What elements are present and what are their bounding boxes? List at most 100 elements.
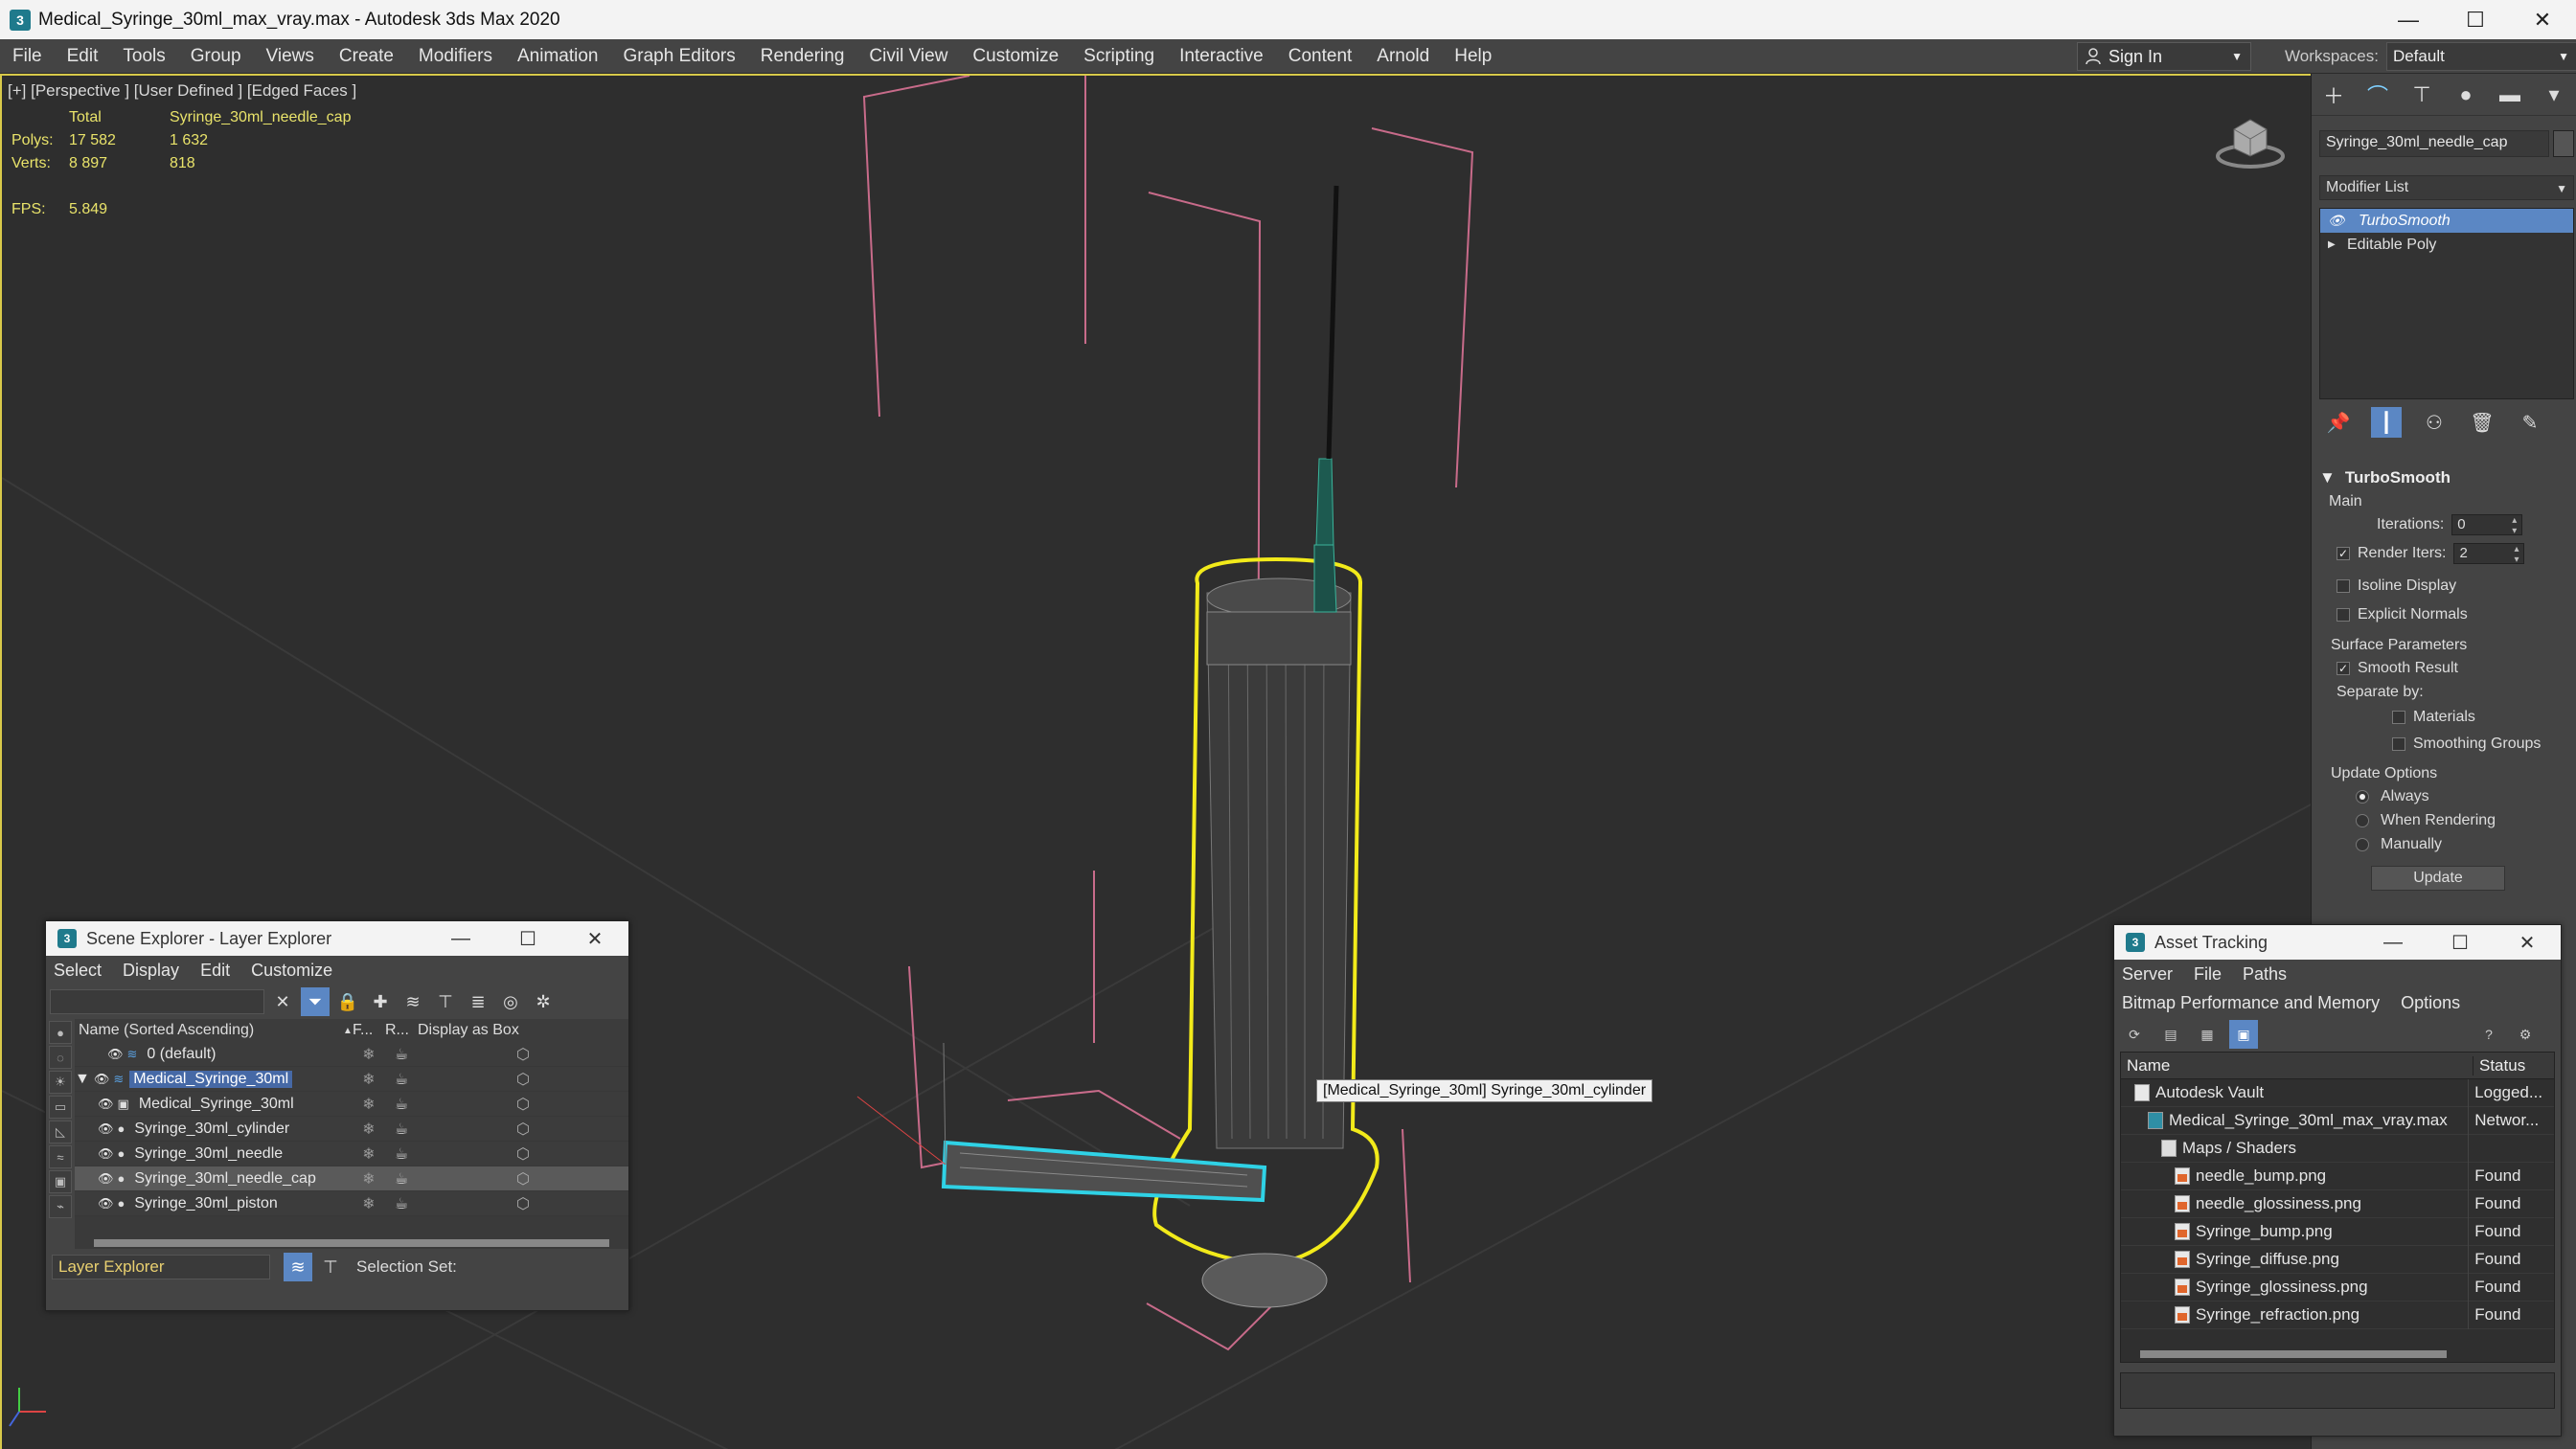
freeze-icon[interactable]: ❄ xyxy=(353,1045,385,1064)
sign-in-dropdown[interactable]: Sign In ▼ xyxy=(2077,42,2251,71)
hierarchy-mode-icon[interactable]: ⊤ xyxy=(316,1253,345,1281)
geometry-filter-icon[interactable]: ● xyxy=(49,1021,72,1044)
explorer-select[interactable]: Layer Explorer xyxy=(52,1255,270,1279)
menu-bitmap-performance-and-memory[interactable]: Bitmap Performance and Memory xyxy=(2122,993,2380,1013)
asset-row[interactable]: Syringe_bump.png Found xyxy=(2121,1217,2554,1246)
eye-icon[interactable]: 👁 xyxy=(107,1047,124,1062)
table-row[interactable]: 👁 ≋ 0 (default) ❄ ☕ ⬡ xyxy=(75,1042,628,1067)
modify-tab-icon[interactable]: ⌒ xyxy=(2363,80,2392,109)
table-row[interactable]: 👁 ● Syringe_30ml_needle ❄ ☕ ⬡ xyxy=(75,1142,628,1166)
highlight-icon[interactable]: ◎ xyxy=(496,987,525,1016)
lock-icon[interactable]: 🔒 xyxy=(333,987,362,1016)
make-unique-icon[interactable]: ⚇ xyxy=(2419,407,2450,438)
freeze-icon[interactable]: ❄ xyxy=(353,1194,385,1213)
viewcube-icon[interactable] xyxy=(2215,112,2286,170)
hierarchy-icon[interactable]: ⊤ xyxy=(431,987,460,1016)
menu-file[interactable]: File xyxy=(0,46,55,67)
menu-group[interactable]: Group xyxy=(178,46,254,67)
materials-checkbox[interactable] xyxy=(2392,711,2405,724)
col-name-header[interactable]: Name (Sorted Ascending) xyxy=(75,1022,343,1039)
eye-icon[interactable]: 👁 xyxy=(98,1121,114,1137)
menu-edit[interactable]: Edit xyxy=(55,46,111,67)
tree-view-icon[interactable]: ▣ xyxy=(2229,1020,2258,1049)
menu-modifiers[interactable]: Modifiers xyxy=(406,46,505,67)
freeze-icon[interactable]: ❄ xyxy=(353,1095,385,1114)
isoline-display-checkbox[interactable] xyxy=(2337,579,2350,593)
renderable-icon[interactable]: ☕ xyxy=(385,1095,418,1114)
close-button[interactable]: ✕ xyxy=(561,921,628,956)
close-button[interactable]: ✕ xyxy=(2509,0,2576,39)
asset-row[interactable]: Syringe_glossiness.png Found xyxy=(2121,1273,2554,1302)
asset-row[interactable]: needle_glossiness.png Found xyxy=(2121,1189,2554,1218)
menu-content[interactable]: Content xyxy=(1276,46,1365,67)
minimize-button[interactable]: — xyxy=(2359,925,2427,960)
minimize-button[interactable]: — xyxy=(427,921,494,956)
table-row[interactable]: 👁 ● Syringe_30ml_needle_cap ❄ ☕ ⬡ xyxy=(75,1166,628,1191)
menu-server[interactable]: Server xyxy=(2122,964,2173,985)
iterations-spinner[interactable]: 0 xyxy=(2451,514,2523,536)
menu-interactive[interactable]: Interactive xyxy=(1167,46,1276,67)
menu-select[interactable]: Select xyxy=(54,961,102,981)
render-iters-checkbox[interactable]: ✓ xyxy=(2337,547,2350,560)
horizontal-scrollbar[interactable] xyxy=(94,1239,609,1247)
col-name-header[interactable]: Name xyxy=(2121,1055,2473,1075)
col-status-header[interactable]: Status xyxy=(2473,1056,2525,1075)
bones-filter-icon[interactable]: ⌁ xyxy=(49,1195,72,1218)
freeze-icon[interactable]: ❄ xyxy=(353,1144,385,1164)
menu-rendering[interactable]: Rendering xyxy=(748,46,857,67)
menu-animation[interactable]: Animation xyxy=(505,46,611,67)
layers-icon[interactable]: ≋ xyxy=(399,987,427,1016)
asset-row[interactable]: Medical_Syringe_30ml_max_vray.max Networ.… xyxy=(2121,1106,2554,1135)
show-end-result-icon[interactable]: ┃ xyxy=(2371,407,2402,438)
asset-row[interactable]: Syringe_diffuse.png Found xyxy=(2121,1245,2554,1274)
expand-arrow-icon[interactable]: ▶ xyxy=(2328,239,2337,250)
motion-tab-icon[interactable]: ● xyxy=(2451,80,2480,109)
stack-item-editable-poly[interactable]: ▶ Editable Poly xyxy=(2320,233,2573,257)
renderable-icon[interactable]: ☕ xyxy=(385,1070,418,1089)
modifier-list-dropdown[interactable]: Modifier List ▼ xyxy=(2319,175,2574,200)
renderable-icon[interactable]: ☕ xyxy=(385,1169,418,1189)
table-row[interactable]: 👁 ▣ Medical_Syringe_30ml ❄ ☕ ⬡ xyxy=(75,1092,628,1117)
menu-file[interactable]: File xyxy=(2194,964,2222,985)
refresh-icon[interactable]: ⟳ xyxy=(2120,1020,2149,1049)
eye-icon[interactable]: 👁 xyxy=(98,1097,114,1112)
render-iters-spinner[interactable]: 2 xyxy=(2453,543,2525,565)
eye-icon[interactable]: 👁 xyxy=(98,1196,114,1211)
renderable-icon[interactable]: ☕ xyxy=(385,1194,418,1213)
display-as-box-icon[interactable]: ⬡ xyxy=(418,1070,628,1089)
workspaces-select[interactable]: Default ▼ xyxy=(2385,42,2576,71)
configure-modifier-sets-icon[interactable]: ✎ xyxy=(2515,407,2545,438)
settings-icon[interactable]: ⚙ xyxy=(2511,1020,2540,1049)
stack-item-turbosmooth[interactable]: 👁 TurboSmooth xyxy=(2320,209,2573,233)
col-freeze-header[interactable]: F... xyxy=(353,1022,385,1039)
menu-civil-view[interactable]: Civil View xyxy=(856,46,960,67)
menu-arnold[interactable]: Arnold xyxy=(1364,46,1442,67)
menu-edit[interactable]: Edit xyxy=(200,961,230,981)
lights-filter-icon[interactable]: ☀ xyxy=(49,1071,72,1094)
add-layer-icon[interactable]: ✚ xyxy=(366,987,395,1016)
settings-icon[interactable]: ✲ xyxy=(529,987,558,1016)
menu-create[interactable]: Create xyxy=(327,46,406,67)
menu-display[interactable]: Display xyxy=(123,961,179,981)
display-tab-icon[interactable]: ▬ xyxy=(2496,80,2524,109)
table-row[interactable]: 👁 ● Syringe_30ml_piston ❄ ☕ ⬡ xyxy=(75,1191,628,1216)
manually-radio[interactable] xyxy=(2356,837,2369,851)
menu-scripting[interactable]: Scripting xyxy=(1071,46,1167,67)
menu-tools[interactable]: Tools xyxy=(110,46,177,67)
asset-path-field[interactable] xyxy=(2120,1372,2555,1409)
filter-icon[interactable]: ⏷ xyxy=(301,987,330,1016)
display-as-box-icon[interactable]: ⬡ xyxy=(418,1169,628,1189)
expand-arrow-icon[interactable]: ▼ xyxy=(75,1071,90,1088)
maximize-button[interactable]: ☐ xyxy=(2442,0,2509,39)
minimize-button[interactable]: — xyxy=(2375,0,2442,39)
utilities-tab-icon[interactable]: ▾ xyxy=(2540,80,2568,109)
remove-modifier-icon[interactable]: 🗑 xyxy=(2467,407,2497,438)
menu-paths[interactable]: Paths xyxy=(2243,964,2287,985)
renderable-icon[interactable]: ☕ xyxy=(385,1144,418,1164)
shapes-filter-icon[interactable]: ◌ xyxy=(49,1046,72,1069)
layers-mode-icon[interactable]: ≋ xyxy=(284,1253,312,1281)
always-radio[interactable] xyxy=(2356,789,2369,804)
cameras-filter-icon[interactable]: ▭ xyxy=(49,1096,72,1119)
asset-row[interactable]: Syringe_refraction.png Found xyxy=(2121,1301,2554,1329)
when-rendering-radio[interactable] xyxy=(2356,813,2369,827)
